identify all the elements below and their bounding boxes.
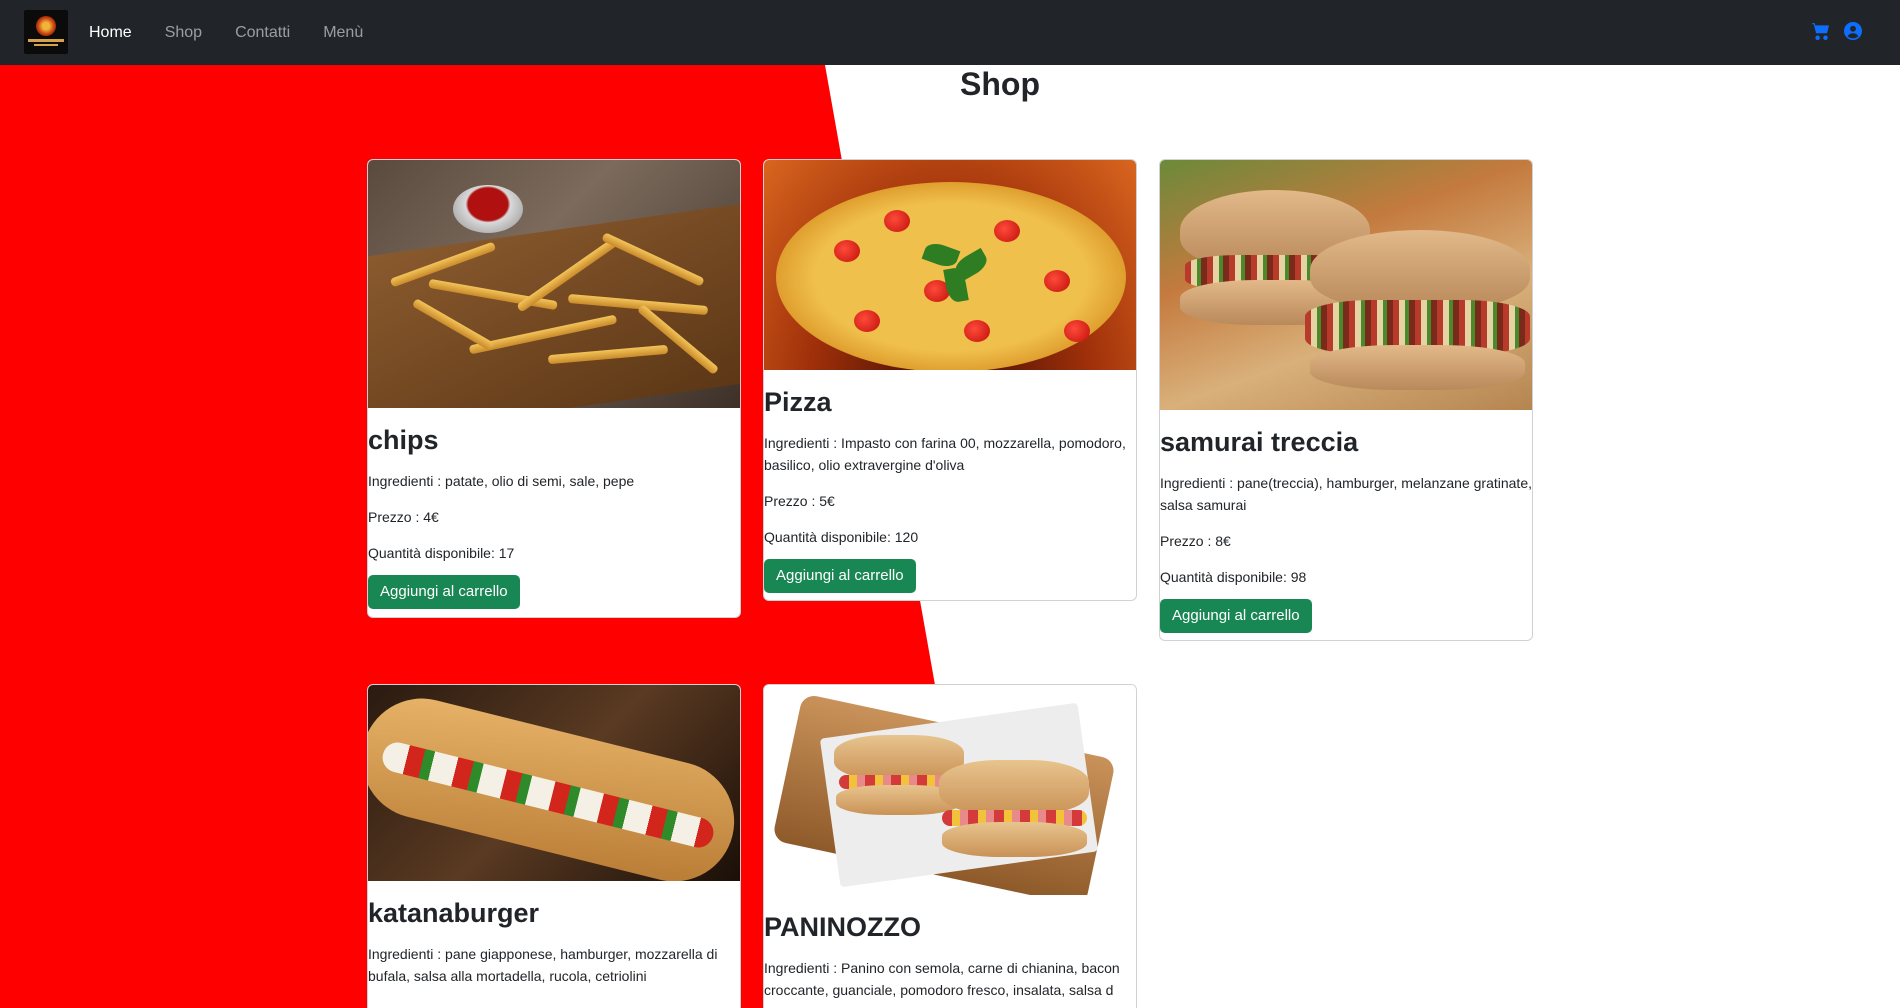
product-card-pizza: Pizza Ingredienti : Impasto con farina 0… [763,159,1137,601]
nav-links: Home Shop Contatti Menù [89,0,396,65]
brand-logo[interactable] [24,10,68,54]
product-price: Prezzo : 5€ [764,493,835,510]
add-to-cart-button[interactable]: Aggiungi al carrello [764,559,916,594]
product-name: PANINOZZO [764,912,921,942]
nav-link-menu[interactable]: Menù [323,24,363,42]
product-ingredients: Ingredienti : patate, olio di semi, sale… [368,473,635,490]
product-quantity: Quantità disponibile: 17 [368,545,515,562]
nav-link-contatti[interactable]: Contatti [235,24,290,42]
product-name: katanaburger [368,898,540,928]
product-image-chips [368,160,740,408]
product-name: chips [368,425,439,455]
page-title: Shop [960,66,1040,102]
product-image-pizza [764,160,1136,370]
product-ingredients: Ingredienti : Panino con semola, carne d… [764,960,1120,999]
product-name: Pizza [764,387,832,417]
product-ingredients: Ingredienti : pane giapponese, hamburger… [368,946,718,985]
nav-icons [1812,22,1862,40]
product-ingredients: Ingredienti : pane(treccia), hamburger, … [1160,475,1532,514]
product-card-chips: chips Ingredienti : patate, olio di semi… [367,159,741,618]
navbar: Home Shop Contatti Menù [0,0,1900,65]
product-price: Prezzo : 4€ [368,509,439,526]
product-image-samurai-treccia [1160,160,1532,410]
product-card-samurai-treccia: samurai treccia Ingredienti : pane(trecc… [1159,159,1533,641]
product-card-katanaburger: katanaburger Ingredienti : pane giappone… [367,684,741,1008]
user-circle-icon[interactable] [1844,22,1862,40]
product-price: Prezzo : 8€ [1160,533,1231,550]
add-to-cart-button[interactable]: Aggiungi al carrello [1160,599,1312,634]
nav-link-shop[interactable]: Shop [165,24,202,42]
product-ingredients: Ingredienti : Impasto con farina 00, moz… [764,435,1126,474]
nav-link-home[interactable]: Home [89,24,132,42]
product-card-paninozzo: PANINOZZO Ingredienti : Panino con semol… [763,684,1137,1008]
product-quantity: Quantità disponibile: 98 [1160,569,1307,586]
cart-icon[interactable] [1812,22,1830,40]
product-quantity: Quantità disponibile: 120 [764,529,919,546]
product-name: samurai treccia [1160,427,1359,457]
product-image-paninozzo [764,685,1136,895]
product-image-katanaburger [368,685,740,881]
add-to-cart-button[interactable]: Aggiungi al carrello [368,575,520,610]
